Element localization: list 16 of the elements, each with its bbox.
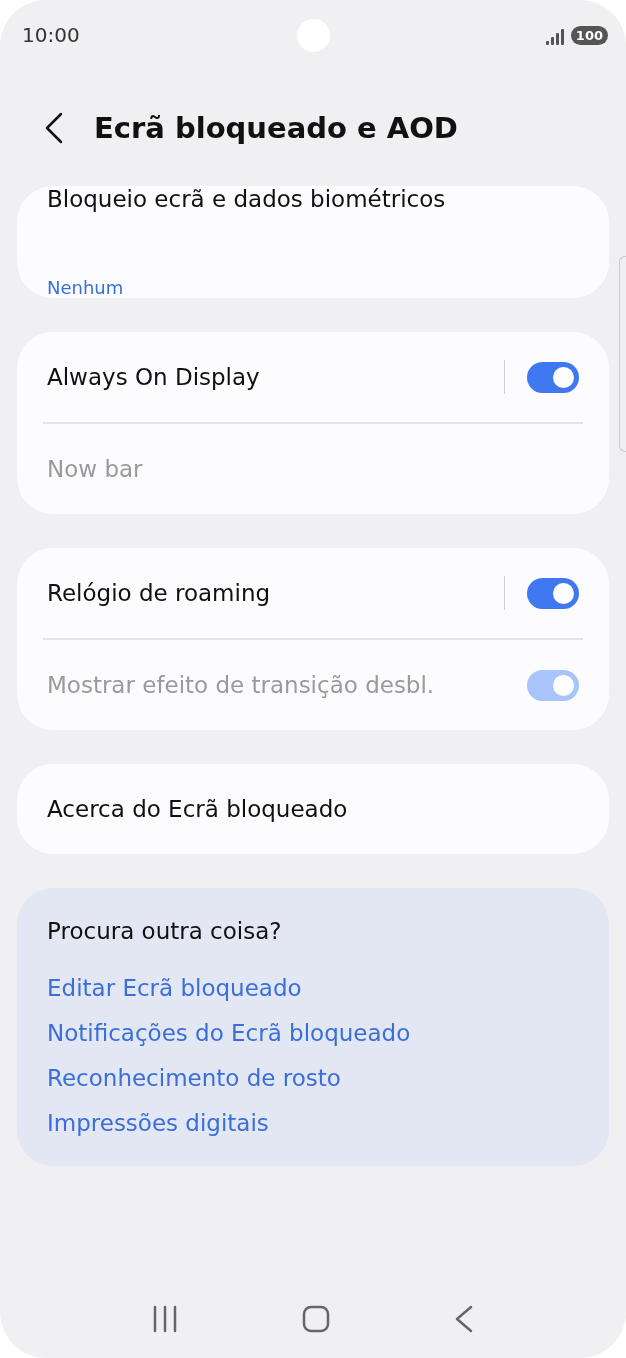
setting-label[interactable]: Always On Display <box>47 364 504 390</box>
back-button[interactable] <box>44 112 64 144</box>
setting-label[interactable]: Acerca do Ecrã bloqueado <box>47 796 579 822</box>
toggle-switch[interactable] <box>527 577 579 609</box>
page-title: Ecrã bloqueado e AOD <box>94 111 458 145</box>
setting-label[interactable]: Bloqueio ecrã e dados biométricos <box>47 186 579 273</box>
setting-label[interactable]: Relógio de roaming <box>47 580 504 606</box>
suggestion-link[interactable]: Editar Ecrã bloqueado <box>47 975 579 1001</box>
suggestions-heading: Procura outra coisa? <box>47 918 283 944</box>
toggle-switch[interactable] <box>527 361 579 393</box>
suggestion-link[interactable]: Impressões digitais <box>47 1110 579 1136</box>
suggestion-link[interactable]: Reconhecimento de rosto <box>47 1065 579 1091</box>
battery-level: 100 <box>570 25 608 45</box>
status-time: 10:00 <box>22 23 80 47</box>
suggestion-link[interactable]: Notificações do Ecrã bloqueado <box>47 1020 579 1046</box>
setting-value: Nenhum <box>47 277 125 298</box>
